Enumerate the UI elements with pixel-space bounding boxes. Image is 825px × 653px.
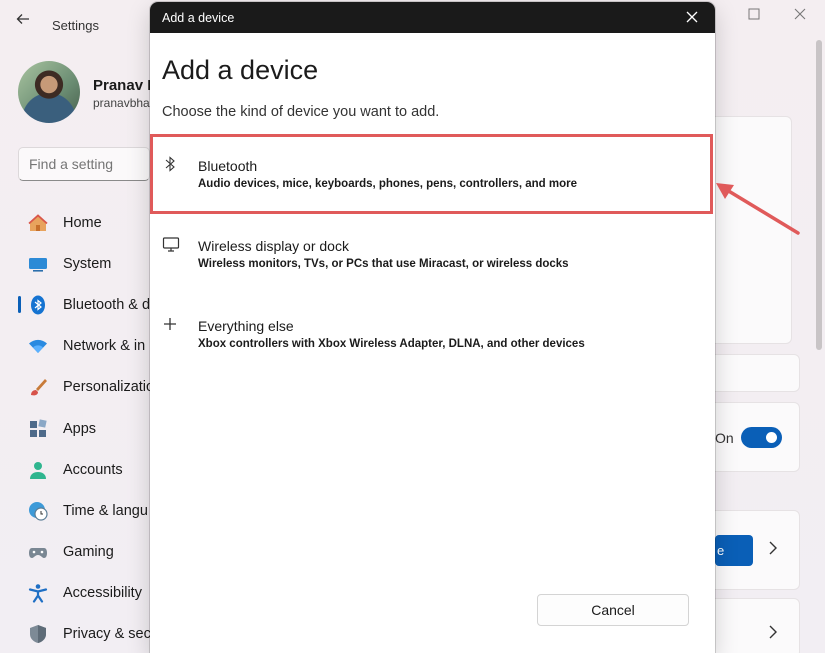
scrollbar[interactable] bbox=[816, 40, 822, 350]
sidebar-item-network[interactable]: Network & in bbox=[18, 326, 150, 367]
user-email: pranavbha bbox=[93, 96, 150, 110]
dialog-titlebar: Add a device bbox=[150, 2, 715, 33]
sidebar-item-label: System bbox=[63, 255, 112, 272]
sidebar-item-label: Network & in bbox=[63, 338, 146, 355]
shield-icon bbox=[28, 624, 48, 644]
account-icon bbox=[28, 460, 48, 480]
annotation-arrow-icon bbox=[716, 183, 800, 235]
sidebar-item-privacy[interactable]: Privacy & secu bbox=[18, 614, 159, 653]
toggle-state-label: On bbox=[715, 430, 734, 446]
highlight-box bbox=[150, 134, 713, 214]
sidebar-item-label: Apps bbox=[63, 420, 97, 437]
monitor-icon bbox=[162, 235, 180, 253]
accessibility-icon bbox=[28, 583, 48, 603]
option-description: Wireless monitors, TVs, or PCs that use … bbox=[198, 258, 569, 270]
sidebar-item-accounts[interactable]: Accounts bbox=[18, 449, 150, 490]
system-icon bbox=[28, 254, 48, 274]
sidebar-item-accessibility[interactable]: Accessibility bbox=[18, 573, 150, 614]
sidebar-item-apps[interactable]: Apps bbox=[18, 408, 150, 449]
add-device-button[interactable]: e bbox=[715, 535, 753, 566]
brush-icon bbox=[28, 377, 48, 397]
add-device-dialog: Add a device Add a device Choose the kin… bbox=[150, 2, 715, 653]
sidebar-item-label: Accessibility bbox=[63, 585, 142, 602]
back-arrow-icon[interactable] bbox=[16, 12, 30, 30]
search-input[interactable] bbox=[29, 156, 149, 172]
gamepad-icon bbox=[28, 542, 48, 562]
maximize-icon[interactable] bbox=[748, 8, 760, 23]
sidebar-item-personalization[interactable]: Personalizatio bbox=[18, 367, 154, 408]
add-device-button-label: e bbox=[717, 543, 725, 558]
chevron-right-icon[interactable] bbox=[768, 541, 778, 560]
close-icon[interactable] bbox=[686, 7, 698, 28]
sidebar-item-label: Home bbox=[63, 214, 102, 231]
sidebar-item-home[interactable]: Home bbox=[18, 202, 150, 243]
dialog-titlebar-text: Add a device bbox=[162, 11, 235, 25]
dialog-heading: Add a device bbox=[162, 55, 319, 85]
app-title: Settings bbox=[52, 18, 99, 33]
plus-icon bbox=[162, 315, 178, 333]
close-window-icon[interactable] bbox=[794, 8, 806, 23]
sidebar-item-label: Time & langu bbox=[63, 502, 148, 519]
sidebar-item-label: Privacy & secu bbox=[63, 626, 159, 643]
option-everything-else[interactable]: Everything else Xbox controllers with Xb… bbox=[150, 296, 715, 372]
sidebar-item-system[interactable]: System bbox=[18, 243, 150, 284]
user-name: Pranav B bbox=[93, 77, 159, 94]
sidebar-item-label: Gaming bbox=[63, 544, 114, 561]
option-description: Xbox controllers with Xbox Wireless Adap… bbox=[198, 338, 585, 350]
bluetooth-toggle[interactable] bbox=[741, 427, 782, 448]
home-icon bbox=[28, 213, 48, 233]
sidebar-item-bluetooth[interactable]: Bluetooth & d bbox=[18, 284, 150, 325]
avatar[interactable] bbox=[18, 61, 80, 123]
sidebar-item-label: Bluetooth & d bbox=[63, 296, 151, 313]
sidebar-item-time-language[interactable]: Time & langu bbox=[18, 490, 150, 531]
option-title: Wireless display or dock bbox=[198, 238, 349, 254]
option-title: Everything else bbox=[198, 318, 294, 334]
sidebar-item-gaming[interactable]: Gaming bbox=[18, 532, 150, 573]
bluetooth-icon bbox=[28, 295, 48, 315]
cancel-button[interactable]: Cancel bbox=[537, 594, 689, 626]
apps-icon bbox=[28, 418, 48, 439]
option-wireless-display[interactable]: Wireless display or dock Wireless monito… bbox=[150, 216, 715, 292]
wifi-icon bbox=[28, 336, 48, 356]
clock-globe-icon bbox=[28, 501, 48, 521]
sidebar-nav: Home System Bluetooth & d Network & in P… bbox=[18, 202, 159, 653]
search-box[interactable] bbox=[18, 147, 150, 181]
sidebar-item-label: Personalizatio bbox=[63, 379, 155, 396]
dialog-subtitle: Choose the kind of device you want to ad… bbox=[162, 104, 440, 120]
sidebar-item-label: Accounts bbox=[63, 461, 123, 478]
chevron-right-icon[interactable] bbox=[768, 625, 778, 644]
